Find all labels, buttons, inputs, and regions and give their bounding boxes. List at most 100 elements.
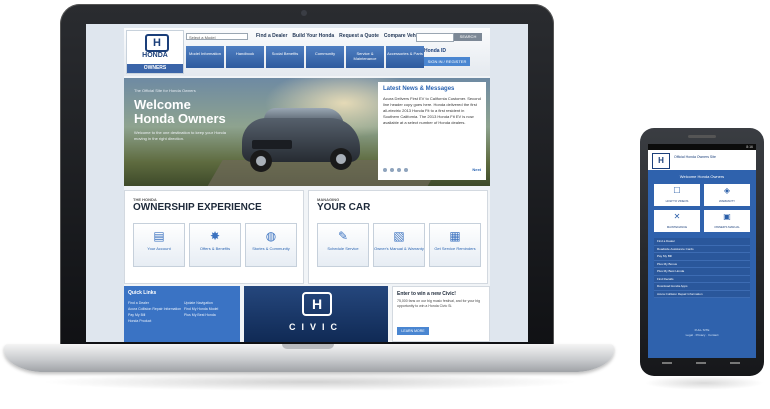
quick-link[interactable]: Honda Product [128, 318, 181, 324]
your-account-tile[interactable]: ▤ Your Account [133, 223, 185, 267]
honda-id-label: Honda ID [424, 48, 446, 54]
honda-h-icon[interactable]: H [652, 153, 670, 169]
ownership-title: OWNERSHIP EXPERIENCE [133, 202, 262, 213]
laptop-notch [282, 344, 334, 349]
quick-links-col-2: Update Navigation Find My Honda Model Pl… [184, 300, 218, 318]
quick-links-title: Quick Links [128, 290, 157, 296]
tile-label: Schedule Service [327, 246, 359, 251]
folder-icon: ▤ [153, 229, 165, 243]
menu-icon[interactable] [730, 362, 740, 364]
tile-label: Stories & Community [252, 246, 290, 251]
sparkle-icon: ✸ [209, 229, 221, 243]
managing-tiles: ✎ Schedule Service ▧ Owner's Manual & Wa… [317, 223, 481, 267]
list-item[interactable]: Pay My Bill [654, 253, 750, 261]
managing-panel: MANAGING YOUR CAR ✎ Schedule Service ▧ O… [308, 190, 488, 284]
honda-owners-website: H HONDA OWNERS Select a Model Find a Dea… [124, 28, 490, 342]
tile-label: OWNER'S MANUAL [714, 225, 740, 229]
mobile-header-text: Official Honda Owners Site [674, 155, 716, 159]
maintenance-tile[interactable]: ✕ MAINTENANCE [654, 210, 700, 232]
build-honda-link[interactable]: Build Your Honda [292, 33, 334, 39]
site-header: H HONDA OWNERS Select a Model Find a Dea… [124, 28, 490, 76]
webcam-icon [301, 10, 307, 16]
nav-handbook[interactable]: Handbook [226, 46, 264, 68]
ownership-panel: THE HONDA OWNERSHIP EXPERIENCE ▤ Your Ac… [124, 190, 304, 284]
laptop-shadow [40, 373, 580, 391]
calendar-icon: ▦ [449, 229, 461, 243]
globe-icon: ◍ [265, 229, 277, 243]
schedule-service-tile[interactable]: ✎ Schedule Service [317, 223, 369, 267]
contest-body: 75,000 fans on our big music festival, a… [397, 299, 481, 308]
service-reminders-tile[interactable]: ▦ Get Service Reminders [429, 223, 481, 267]
search-input[interactable] [416, 33, 454, 42]
nav-social-benefits[interactable]: Social Benefits [266, 46, 304, 68]
stories-community-tile[interactable]: ◍ Stories & Community [245, 223, 297, 267]
main-nav: Model Information Handbook Social Benefi… [186, 46, 424, 68]
find-dealer-link[interactable]: Find a Dealer [256, 33, 287, 39]
list-item[interactable]: Find a Dealer [654, 238, 750, 246]
tile-label: WARRANTY [719, 199, 735, 203]
manual-icon: ▧ [393, 229, 405, 243]
home-icon[interactable] [696, 362, 706, 364]
hero-eyebrow: The Official Site for Honda Owners [134, 88, 196, 93]
laptop-device: H HONDA OWNERS Select a Model Find a Dea… [60, 4, 554, 348]
how-to-videos-tile[interactable]: ☐ HOW TO VIDEOS [654, 184, 700, 206]
speaker-icon [688, 135, 716, 138]
list-item[interactable]: Roadside Assistance Cards [654, 246, 750, 253]
quick-link[interactable]: Plus My Best Honda [184, 312, 218, 318]
civic-banner[interactable]: H CIVIC [244, 286, 388, 342]
nav-accessories-parts[interactable]: Accessories & Parts [386, 46, 424, 68]
model-selector[interactable]: Select a Model [186, 33, 248, 40]
mobile-tiles: ☐ HOW TO VIDEOS ◈ WARRANTY ✕ MAINTENANCE… [654, 184, 750, 232]
laptop-base [4, 344, 614, 372]
brand-name: HONDA [142, 52, 168, 59]
owners-manual-tile[interactable]: ▣ OWNER'S MANUAL [704, 210, 750, 232]
mobile-welcome: Welcome Honda Owners [679, 174, 725, 179]
ownership-tiles: ▤ Your Account ✸ Offers & Benefits ◍ Sto… [133, 223, 297, 267]
tile-label: Your Account [147, 246, 171, 251]
shield-icon: ◈ [723, 186, 731, 195]
news-body: Acura Delivers First EV to California Cu… [383, 96, 481, 125]
honda-logo[interactable]: H HONDA OWNERS [126, 30, 184, 74]
news-panel: Latest News & Messages Acura Delivers Fi… [378, 82, 486, 180]
news-pagination[interactable] [383, 168, 408, 172]
phone-shadow [644, 376, 764, 390]
tile-label: Owner's Manual & Warranty [374, 246, 424, 251]
nav-community[interactable]: Community [306, 46, 344, 68]
offers-benefits-tile[interactable]: ✸ Offers & Benefits [189, 223, 241, 267]
search-button[interactable]: SEARCH [454, 33, 482, 41]
managing-title: YOUR CAR [317, 202, 371, 213]
list-item[interactable]: Acura Collision Repair Information [654, 291, 750, 298]
wheel-icon [250, 150, 272, 172]
brand-sub: OWNERS [127, 64, 183, 73]
tile-label: Get Service Reminders [434, 246, 476, 251]
nav-model-information[interactable]: Model Information [186, 46, 224, 68]
quick-links-panel: Quick Links Find a Dealer Acura Collisio… [124, 286, 240, 342]
news-next-link[interactable]: Next [472, 167, 481, 172]
civic-wordmark: CIVIC [288, 322, 343, 332]
request-quote-link[interactable]: Request a Quote [339, 33, 379, 39]
list-item[interactable]: Plus My Bonus [654, 261, 750, 268]
footer-links[interactable]: Legal · Privacy · Contact [654, 333, 750, 338]
back-icon[interactable] [662, 362, 672, 364]
news-title: Latest News & Messages [383, 86, 455, 92]
contest-panel: Enter to win a new Civic! 75,000 fans on… [392, 286, 490, 342]
warranty-tile[interactable]: ◈ WARRANTY [704, 184, 750, 206]
phone-device: 8:16 H Official Honda Owners Site Welcom… [640, 128, 764, 376]
wrench-icon: ✎ [337, 229, 349, 243]
list-item[interactable]: Plus My Best Honda [654, 268, 750, 276]
learn-more-button[interactable]: LEARN MORE [397, 327, 429, 335]
contest-title: Enter to win a new Civic! [397, 291, 456, 297]
top-links: Find a Dealer Build Your Honda Request a… [256, 33, 427, 39]
gift-icon: ☐ [673, 186, 681, 195]
nav-service-maintenance[interactable]: Service & Maintenance [346, 46, 384, 68]
list-item[interactable]: Download Honda Apps [654, 283, 750, 291]
owners-manual-tile[interactable]: ▧ Owner's Manual & Warranty [373, 223, 425, 267]
hero-title: Welcome Honda Owners [134, 97, 226, 126]
list-item[interactable]: Find Recalls [654, 276, 750, 283]
phone-screen: 8:16 H Official Honda Owners Site Welcom… [648, 144, 756, 358]
hero-banner: The Official Site for Honda Owners Welco… [124, 78, 490, 186]
car-grille [252, 140, 292, 149]
mobile-header: H Official Honda Owners Site [648, 150, 756, 170]
tile-label: HOW TO VIDEOS [665, 199, 689, 203]
register-button[interactable]: SIGN IN / REGISTER [424, 57, 470, 66]
